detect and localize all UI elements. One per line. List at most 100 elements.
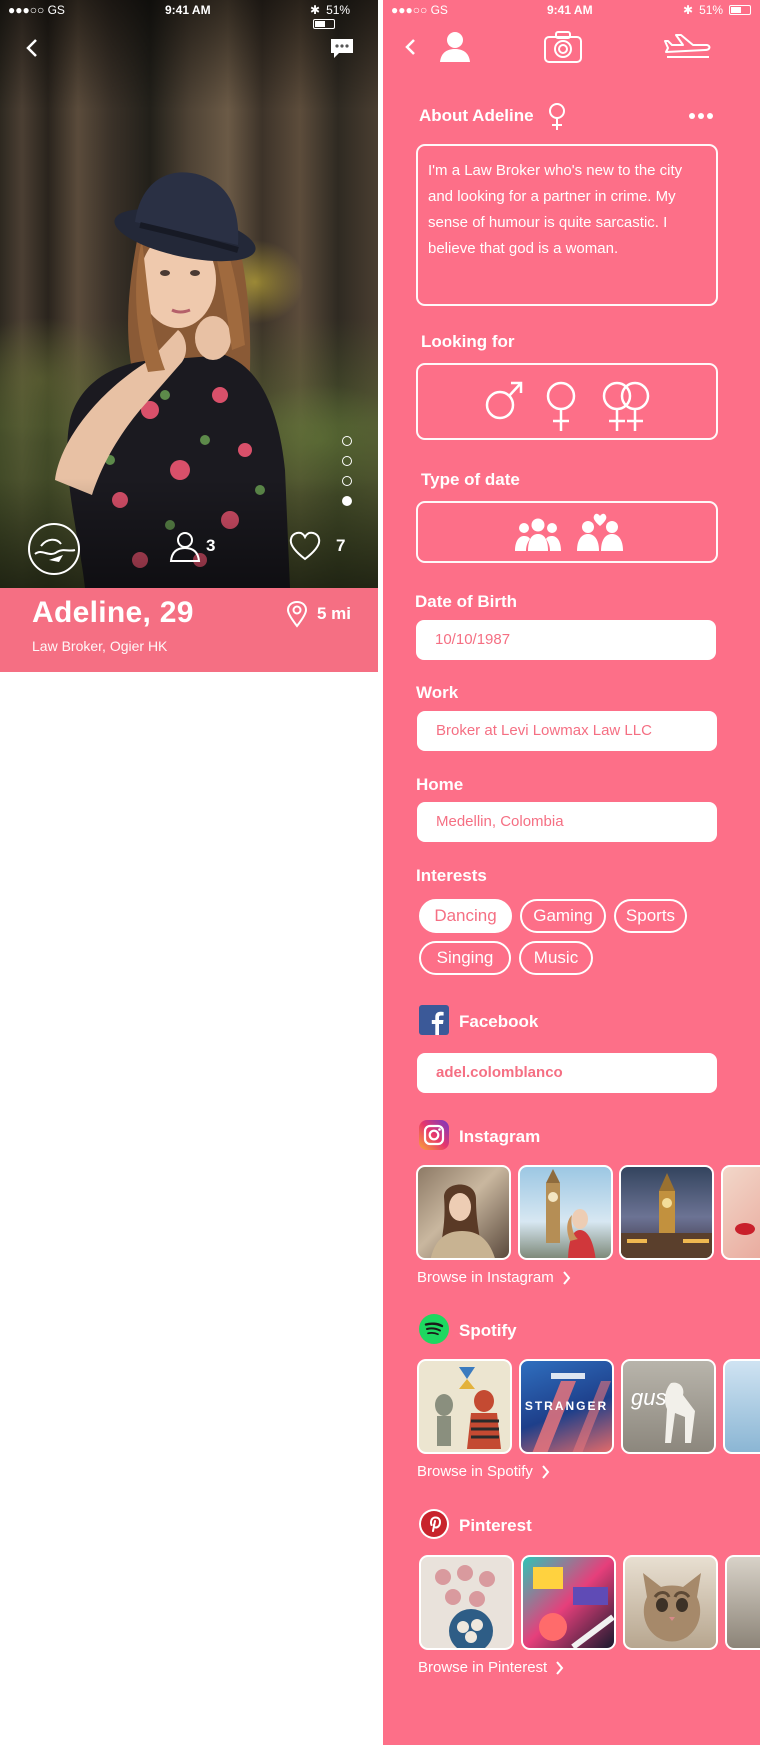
likes-count[interactable]: 7 <box>288 528 345 564</box>
friends-count[interactable]: 3 <box>168 528 215 564</box>
interest-chip-sports[interactable]: Sports <box>614 899 687 933</box>
browse-pinterest-link[interactable]: Browse in Pinterest <box>418 1659 564 1676</box>
status-bar: ●●●○○ GS 9:41 AM ✱ 51% <box>0 0 378 29</box>
spotify-label: Spotify <box>459 1321 517 1340</box>
more-options-icon[interactable] <box>689 112 713 120</box>
album-title-text: gus <box>631 1385 667 1410</box>
battery-percent: 51% <box>699 3 724 17</box>
facebook-icon <box>419 1005 449 1035</box>
profile-person-icon[interactable] <box>438 30 472 64</box>
profile-info-banner: Adeline, 29 Law Broker, Ogier HK 5 mi <box>0 588 378 672</box>
instagram-label: Instagram <box>459 1127 541 1146</box>
spotify-album[interactable] <box>723 1359 760 1454</box>
battery-icon <box>729 5 752 15</box>
distance-indicator: 5 mi <box>286 600 351 628</box>
about-text: I'm a Law Broker who's new to the city a… <box>428 162 683 257</box>
back-chevron-icon[interactable] <box>22 34 42 62</box>
female-symbol-icon <box>549 103 565 130</box>
profile-photo[interactable] <box>0 0 378 588</box>
heart-outline-icon <box>289 531 321 561</box>
battery-icon <box>313 19 335 29</box>
browse-instagram-text: Browse in Instagram <box>417 1269 554 1286</box>
instagram-photo[interactable] <box>721 1165 760 1260</box>
instagram-icon <box>419 1120 449 1150</box>
detail-panel: ●●●○○ GS 9:41 AM ✱ 51% About Adeline I'm … <box>383 0 760 1745</box>
person-outline-icon <box>169 532 201 562</box>
interest-chip-music[interactable]: Music <box>519 941 593 975</box>
profile-occupation: Law Broker, Ogier HK <box>32 638 168 654</box>
pinterest-pin[interactable] <box>725 1555 760 1650</box>
female-symbol-icon[interactable] <box>544 381 578 433</box>
pinterest-icon <box>419 1509 449 1539</box>
profile-name: Adeline, 29 <box>32 596 194 629</box>
pinterest-pin[interactable] <box>521 1555 616 1650</box>
likes-count-value: 7 <box>336 536 346 555</box>
photo-page-indicator <box>342 436 352 516</box>
interests-label: Interests <box>416 866 487 885</box>
home-field[interactable]: Medellin, Colombia <box>417 802 717 842</box>
browse-pinterest-text: Browse in Pinterest <box>418 1659 548 1676</box>
status-time: 9:41 AM <box>547 3 593 17</box>
status-time: 9:41 AM <box>165 3 211 17</box>
spotify-album[interactable]: STRANGER <box>519 1359 614 1454</box>
about-title: About Adeline <box>419 106 534 125</box>
status-bar: ●●●○○ GS 9:41 AM ✱ 51% <box>383 0 760 20</box>
profile-detail-screen: ●●●○○ GS 9:41 AM ✱ 51% About Adeline I'm … <box>383 0 760 1759</box>
spotify-icon <box>419 1314 449 1344</box>
battery-label: ✱ 51% <box>310 3 378 31</box>
pinterest-pin[interactable] <box>419 1555 514 1650</box>
work-label: Work <box>416 683 459 702</box>
dob-field[interactable]: 10/10/1987 <box>416 620 716 660</box>
female-female-symbol-icon[interactable] <box>599 381 655 433</box>
pinterest-pin[interactable] <box>623 1555 718 1650</box>
type-of-date-box <box>416 501 718 563</box>
facebook-field[interactable]: adel.colomblanco <box>417 1053 717 1093</box>
friends-count-value: 3 <box>206 536 216 555</box>
home-label: Home <box>416 775 464 794</box>
carrier-label: ●●●○○ GS <box>391 3 448 17</box>
travel-badge-icon[interactable] <box>27 522 81 576</box>
page-dot[interactable] <box>342 436 352 446</box>
location-pin-icon <box>286 600 308 628</box>
interest-chip-dancing[interactable]: Dancing <box>419 899 512 933</box>
dob-label: Date of Birth <box>415 592 517 611</box>
profile-card-screen: ●●●○○ GS 9:41 AM ✱ 51% 3 7 Adeline, 29 L… <box>0 0 378 672</box>
looking-for-title: Looking for <box>421 332 515 351</box>
instagram-photo[interactable] <box>619 1165 714 1260</box>
work-field[interactable]: Broker at Levi Lowmax Law LLC <box>417 711 717 751</box>
chevron-right-icon <box>562 1270 571 1285</box>
page-dot-active[interactable] <box>342 496 352 506</box>
type-of-date-title: Type of date <box>421 470 520 489</box>
page-dot[interactable] <box>342 456 352 466</box>
battery-label: ✱ 51% <box>683 3 752 17</box>
couple-heart-icon[interactable] <box>576 511 624 551</box>
group-icon[interactable] <box>514 517 562 551</box>
instagram-photo[interactable] <box>518 1165 613 1260</box>
carrier-label: ●●●○○ GS <box>8 3 65 17</box>
distance-value: 5 mi <box>317 604 352 623</box>
back-chevron-icon[interactable] <box>401 30 421 64</box>
interest-chip-singing[interactable]: Singing <box>419 941 511 975</box>
looking-for-box <box>416 363 718 440</box>
page-dot[interactable] <box>342 476 352 486</box>
facebook-label: Facebook <box>459 1012 539 1031</box>
airplane-icon[interactable] <box>663 30 713 64</box>
chevron-right-icon <box>556 1660 564 1675</box>
album-title-text: STRANGER <box>524 1399 609 1413</box>
interest-chip-gaming[interactable]: Gaming <box>520 899 606 933</box>
chat-bubble-icon[interactable] <box>330 38 354 58</box>
male-symbol-icon[interactable] <box>484 378 524 422</box>
camera-icon[interactable] <box>543 30 583 64</box>
bluetooth-icon: ✱ <box>683 3 694 17</box>
instagram-photo[interactable] <box>416 1165 511 1260</box>
chevron-right-icon <box>542 1464 550 1479</box>
browse-instagram-link[interactable]: Browse in Instagram <box>417 1269 571 1286</box>
about-text-box[interactable]: I'm a Law Broker who's new to the city a… <box>416 144 718 306</box>
browse-spotify-link[interactable]: Browse in Spotify <box>417 1463 550 1480</box>
spotify-album[interactable] <box>417 1359 512 1454</box>
browse-spotify-text: Browse in Spotify <box>417 1463 533 1480</box>
battery-percent: 51% <box>326 3 351 17</box>
pinterest-label: Pinterest <box>459 1516 532 1535</box>
spotify-album[interactable]: gus <box>621 1359 716 1454</box>
bluetooth-icon: ✱ <box>310 3 321 17</box>
